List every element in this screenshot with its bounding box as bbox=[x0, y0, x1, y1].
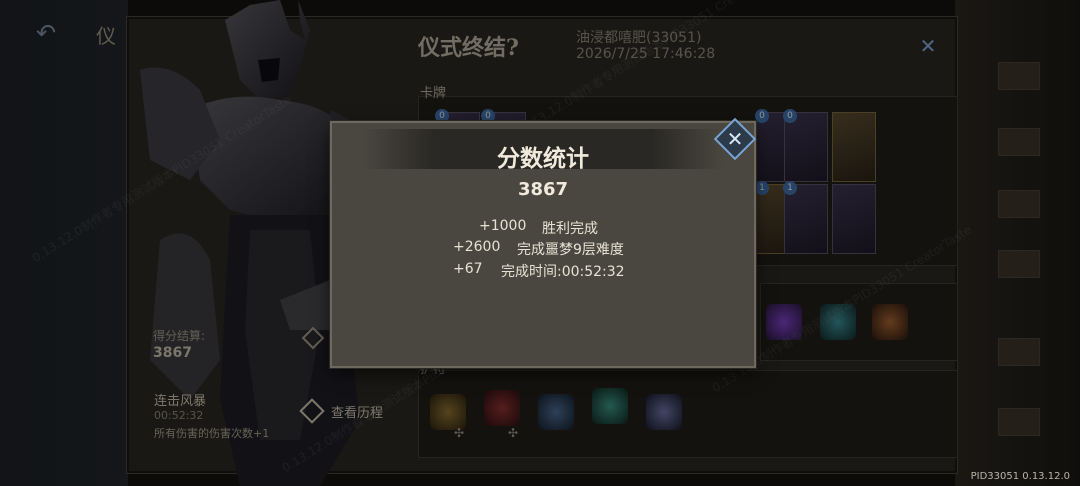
score-stats-dialog: 分数统计 3867 +1000 胜利完成 +2600 完成噩梦9层难度 +67 … bbox=[330, 121, 756, 368]
version-label: PID33051 0.13.12.0 bbox=[970, 471, 1070, 482]
score-line-points: +67 bbox=[453, 261, 483, 277]
score-line-desc: 胜利完成 bbox=[542, 221, 598, 237]
dialog-total-score: 3867 bbox=[517, 179, 569, 200]
score-line-points: +2600 bbox=[453, 239, 501, 255]
score-line-desc: 完成噩梦9层难度 bbox=[517, 242, 624, 258]
dialog-title: 分数统计 bbox=[497, 145, 589, 172]
score-line-desc: 完成时间:00:52:32 bbox=[501, 264, 625, 280]
close-icon: ✕ bbox=[726, 127, 744, 151]
score-line-points: +1000 bbox=[479, 218, 527, 234]
dialog-header: 分数统计 bbox=[362, 129, 724, 172]
